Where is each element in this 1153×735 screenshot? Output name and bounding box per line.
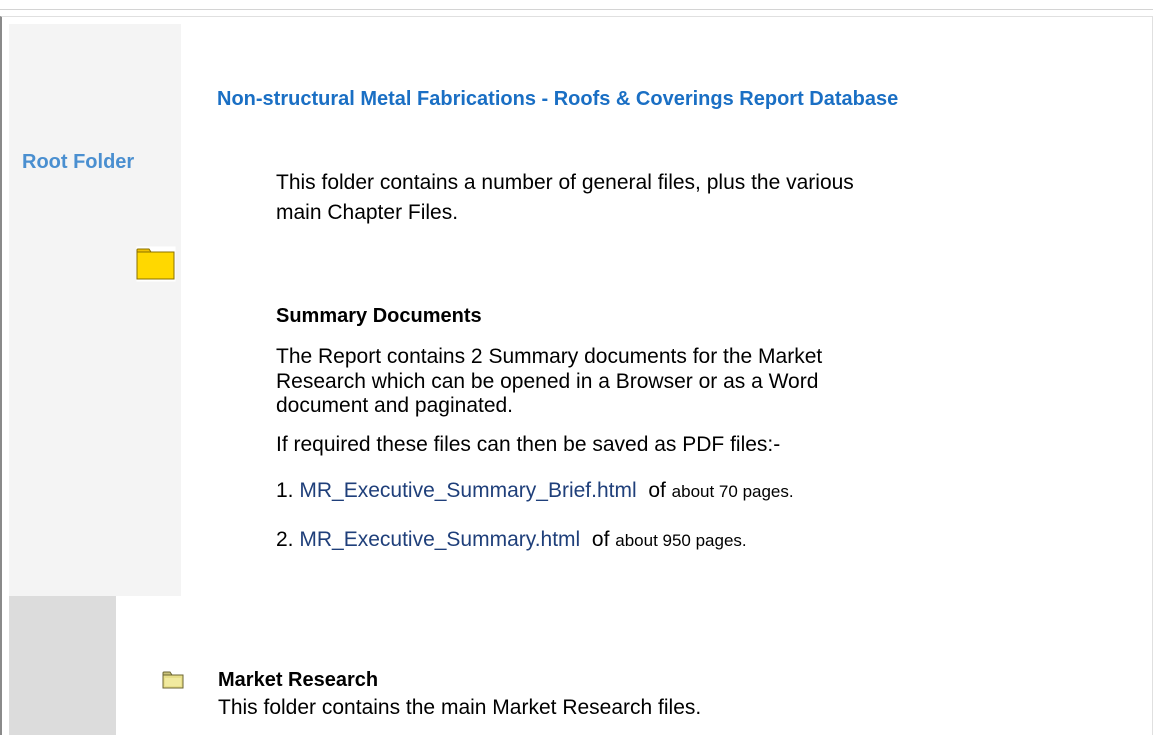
folder-icon[interactable] (136, 246, 176, 287)
sidebar-lower (9, 596, 116, 735)
folder-icon[interactable] (162, 671, 184, 694)
file-pages-text: about 950 pages. (615, 531, 747, 550)
report-title: Non-structural Metal Fabrications - Roof… (217, 88, 899, 110)
list-item: 2. MR_Executive_Summary.html of about 95… (276, 528, 747, 552)
summary-heading: Summary Documents (276, 305, 482, 327)
summary-paragraph: The Report contains 2 Summary documents … (276, 345, 823, 417)
file-link-executive-summary-brief[interactable]: MR_Executive_Summary_Brief.html (299, 479, 636, 502)
file-of-text: of (591, 528, 610, 551)
list-item: 1. MR_Executive_Summary_Brief.html of ab… (276, 479, 794, 503)
intro-text: This folder contains a number of general… (276, 171, 854, 224)
market-research-heading: Market Research (218, 669, 379, 691)
top-divider (0, 9, 1153, 10)
file-pages-text: about 70 pages. (671, 482, 794, 501)
pdf-note: If required these files can then be save… (276, 433, 781, 456)
root-folder-label: Root Folder (22, 151, 135, 173)
list-number: 2. (276, 528, 294, 551)
list-number: 1. (276, 479, 294, 502)
market-research-description: This folder contains the main Market Res… (218, 696, 702, 719)
sidebar (9, 24, 181, 596)
file-of-text: of (648, 479, 666, 502)
file-link-executive-summary[interactable]: MR_Executive_Summary.html (299, 528, 580, 551)
